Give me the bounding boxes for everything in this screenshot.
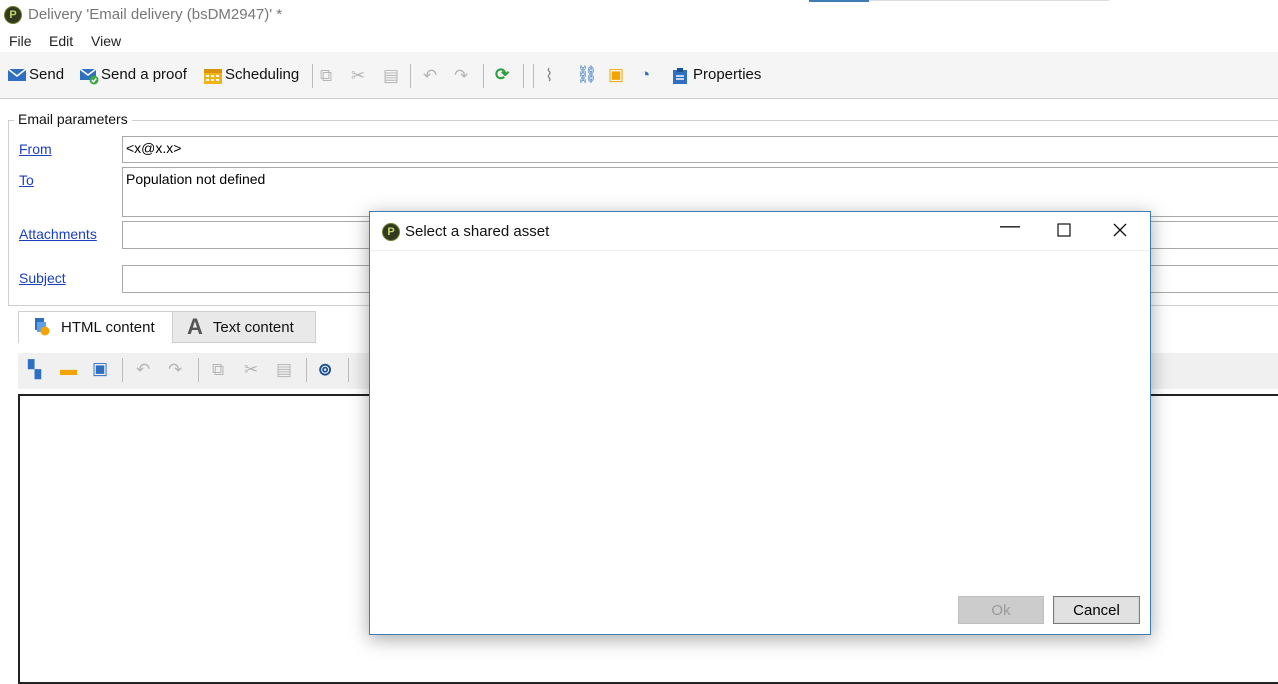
window-title: Delivery 'Email delivery (bsDM2947)' *	[28, 6, 283, 23]
compass-icon[interactable]: ◔	[640, 66, 650, 83]
title-divider	[869, 0, 1109, 1]
cancel-button[interactable]: Cancel	[1053, 596, 1140, 624]
minimize-icon[interactable]: —	[1000, 216, 1020, 236]
save-icon[interactable]: ▣	[92, 360, 108, 377]
tab-text-content[interactable]: A Text content	[172, 311, 316, 343]
refresh-icon[interactable]: ⟳	[495, 66, 509, 83]
copy-icon[interactable]: ⧉	[212, 361, 224, 378]
to-field[interactable]: Population not defined	[122, 167, 1278, 217]
html-content-icon	[33, 316, 51, 340]
menu-edit[interactable]: Edit	[49, 33, 73, 49]
from-field[interactable]: <x@x.x>	[122, 136, 1278, 163]
title-bar: P Delivery 'Email delivery (bsDM2947)' *	[0, 0, 1278, 30]
toolbar-separator	[312, 64, 313, 88]
send-proof-button[interactable]: Send a proof	[79, 66, 187, 84]
toolbar-separator	[122, 358, 123, 382]
dialog-title: Select a shared asset	[405, 223, 550, 240]
menu-file[interactable]: File	[9, 33, 32, 49]
link-icon[interactable]: ⛓	[576, 66, 598, 83]
close-icon[interactable]	[1113, 221, 1127, 241]
from-link[interactable]: From	[19, 141, 52, 157]
gift-icon[interactable]: ▣	[608, 66, 624, 83]
to-link[interactable]: To	[19, 172, 34, 188]
dialog-divider	[371, 250, 1149, 251]
text-format-icon: A	[187, 314, 203, 339]
toolbar-separator	[523, 64, 524, 88]
paperclip-icon[interactable]: ⌇	[545, 67, 553, 84]
title-accent-line	[809, 0, 869, 2]
menu-bar: File Edit View	[0, 30, 1278, 52]
toolbar-separator	[306, 358, 307, 382]
email-parameters-legend: Email parameters	[14, 111, 132, 127]
tab-html-label: HTML content	[61, 319, 155, 336]
send-proof-label: Send a proof	[101, 66, 187, 83]
new-document-icon[interactable]: ▚	[28, 361, 41, 378]
open-folder-icon[interactable]: ▬	[60, 361, 77, 378]
toolbar-separator	[533, 64, 534, 88]
clipboard-icon	[671, 67, 689, 84]
envelope-icon	[7, 67, 27, 83]
undo-icon[interactable]: ↶	[423, 67, 437, 84]
calendar-icon	[203, 67, 222, 84]
properties-button[interactable]: Properties	[671, 66, 762, 84]
app-logo-icon: P	[4, 6, 22, 24]
toolbar-separator	[483, 64, 484, 88]
maximize-icon[interactable]	[1057, 221, 1071, 241]
redo-icon[interactable]: ↷	[168, 361, 182, 378]
toolbar-separator	[348, 358, 349, 382]
ok-button[interactable]: Ok	[958, 596, 1044, 624]
tab-html-content[interactable]: HTML content	[18, 311, 180, 343]
tab-text-label: Text content	[212, 318, 294, 336]
properties-label: Properties	[693, 66, 762, 83]
send-label: Send	[29, 66, 65, 83]
cut-icon[interactable]: ✂	[351, 67, 365, 84]
subject-link[interactable]: Subject	[19, 270, 66, 286]
asset-list-area[interactable]	[372, 252, 1148, 588]
binoculars-icon[interactable]: ⊚	[318, 361, 332, 378]
select-shared-asset-dialog: P Select a shared asset — Ok Cancel	[369, 211, 1151, 635]
scheduling-button[interactable]: Scheduling	[203, 66, 300, 84]
toolbar-separator	[198, 358, 199, 382]
redo-icon[interactable]: ↷	[454, 67, 468, 84]
envelope-check-icon	[79, 67, 99, 84]
paste-icon[interactable]: ▤	[276, 361, 292, 378]
app-logo-icon: P	[382, 223, 400, 241]
toolbar-separator	[410, 64, 411, 88]
paste-icon[interactable]: ▤	[383, 67, 399, 84]
send-button[interactable]: Send	[7, 66, 64, 83]
copy-icon[interactable]: ⧉	[320, 67, 332, 84]
cut-icon[interactable]: ✂	[244, 361, 258, 378]
scheduling-label: Scheduling	[225, 66, 300, 83]
undo-icon[interactable]: ↶	[136, 361, 150, 378]
main-toolbar: Send Send a proof Scheduling ⧉ ✂ ▤ ↶ ↷ ⟳…	[0, 52, 1278, 99]
attachments-link[interactable]: Attachments	[19, 226, 97, 242]
menu-view[interactable]: View	[91, 33, 121, 49]
